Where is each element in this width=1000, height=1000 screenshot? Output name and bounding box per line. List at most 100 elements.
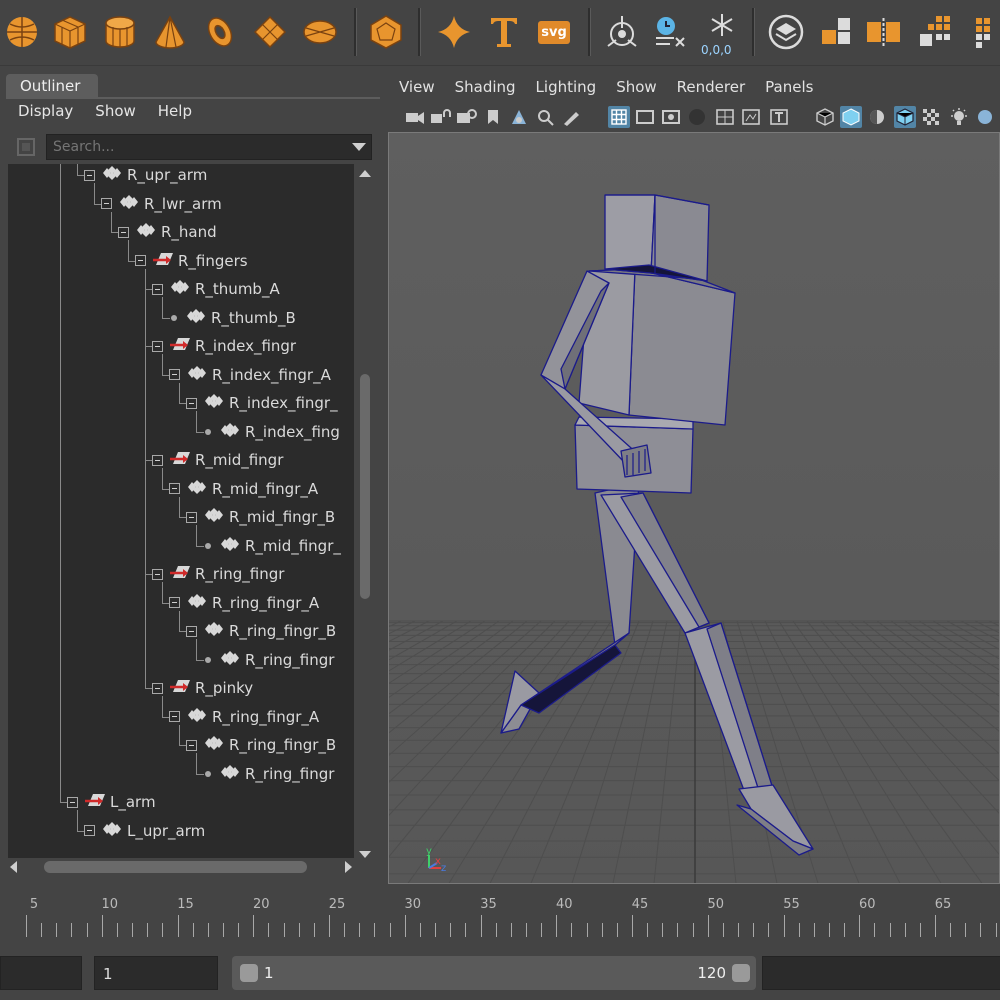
- outliner-row[interactable]: R_mid_fingr_B: [186, 503, 335, 531]
- scroll-left-icon[interactable]: [10, 861, 17, 873]
- cone-icon[interactable]: [150, 10, 190, 54]
- camera-attributes-icon[interactable]: [456, 106, 478, 128]
- range-start-handle[interactable]: [240, 964, 258, 982]
- film-gate-icon[interactable]: [634, 106, 656, 128]
- light-bulb-icon[interactable]: [948, 106, 970, 128]
- scroll-thumb-horizontal[interactable]: [44, 861, 307, 873]
- collapse-icon[interactable]: [118, 226, 129, 238]
- outliner-row[interactable]: R_hand: [118, 218, 217, 246]
- outliner-row[interactable]: L_arm: [67, 788, 156, 816]
- outliner-row[interactable]: R_ring_fingr_B: [186, 731, 336, 759]
- field-chart-icon[interactable]: [714, 106, 736, 128]
- current-frame-field[interactable]: 1: [94, 956, 218, 990]
- shadows-icon[interactable]: [974, 106, 996, 128]
- scroll-right-icon[interactable]: [345, 861, 352, 873]
- filter-icon[interactable]: [14, 136, 38, 158]
- collapse-icon[interactable]: [152, 283, 163, 295]
- collapse-icon[interactable]: [152, 568, 163, 580]
- safe-action-icon[interactable]: [740, 106, 762, 128]
- vertical-scrollbar[interactable]: [356, 164, 374, 864]
- svg-icon[interactable]: svg: [534, 10, 574, 54]
- resolution-gate-icon[interactable]: [660, 106, 682, 128]
- sphere-icon[interactable]: [2, 10, 42, 54]
- menu-help[interactable]: Help: [158, 100, 192, 126]
- outliner-row[interactable]: R_index_fingr_A: [169, 361, 331, 389]
- safe-title-icon[interactable]: [768, 106, 790, 128]
- start-time-field[interactable]: [0, 956, 82, 990]
- more-icon[interactable]: [962, 10, 1000, 54]
- outliner-row[interactable]: R_upr_arm: [84, 164, 207, 189]
- collapse-icon[interactable]: [67, 796, 78, 808]
- grease-pencil-icon[interactable]: [560, 106, 582, 128]
- cylinder-icon[interactable]: [100, 10, 140, 54]
- search-dropdown-icon[interactable]: [352, 143, 366, 151]
- lock-camera-icon[interactable]: [430, 106, 452, 128]
- range-end-handle[interactable]: [732, 964, 750, 982]
- scroll-thumb[interactable]: [360, 374, 370, 599]
- collapse-icon[interactable]: [84, 825, 95, 836]
- outliner-row[interactable]: R_thumb_A: [152, 275, 280, 303]
- collapse-icon[interactable]: [186, 625, 197, 637]
- default-lighting-icon[interactable]: [866, 106, 888, 128]
- outliner-row[interactable]: R_mid_fingr: [152, 446, 283, 474]
- collapse-icon[interactable]: [101, 198, 112, 209]
- collapse-icon[interactable]: [152, 340, 163, 352]
- gate-mask-icon[interactable]: [686, 106, 708, 128]
- outliner-row[interactable]: R_pinky: [152, 674, 253, 702]
- collapse-icon[interactable]: [135, 255, 146, 266]
- menu-shading[interactable]: Shading: [455, 78, 516, 102]
- tab-outliner[interactable]: Outliner: [6, 74, 98, 98]
- collapse-icon[interactable]: [186, 397, 197, 409]
- 2d-pan-zoom-icon[interactable]: [534, 106, 556, 128]
- image-plane-icon[interactable]: [508, 106, 530, 128]
- collapse-icon[interactable]: [169, 711, 180, 722]
- outliner-row[interactable]: R_fingers: [135, 247, 248, 275]
- center-pivot-icon[interactable]: [602, 10, 642, 54]
- collapse-icon[interactable]: [152, 454, 163, 466]
- history-icon[interactable]: [650, 10, 690, 54]
- menu-view[interactable]: View: [399, 78, 435, 102]
- scroll-up-icon[interactable]: [359, 170, 371, 177]
- collapse-icon[interactable]: [84, 169, 95, 181]
- collapse-icon[interactable]: [169, 597, 180, 608]
- collapse-icon[interactable]: [169, 483, 180, 494]
- outliner-row[interactable]: R_thumb_B: [169, 304, 296, 332]
- outliner-row[interactable]: R_index_fingr_: [186, 389, 338, 417]
- wireframe-icon[interactable]: [814, 106, 836, 128]
- outliner-row[interactable]: R_ring_fingr_B: [186, 617, 336, 645]
- freeze-transform-icon[interactable]: 0,0,0: [701, 10, 742, 57]
- combine-icon[interactable]: [816, 10, 856, 54]
- wireframe-on-shaded-icon[interactable]: [894, 106, 916, 128]
- collapse-icon[interactable]: [152, 682, 163, 694]
- outliner-row[interactable]: R_ring_fingr_A: [169, 703, 319, 731]
- end-time-field[interactable]: [762, 956, 1000, 990]
- outliner-row[interactable]: R_lwr_arm: [101, 190, 222, 218]
- menu-lighting[interactable]: Lighting: [536, 78, 597, 102]
- menu-show[interactable]: Show: [95, 100, 135, 126]
- outliner-row[interactable]: R_ring_fingr_A: [169, 589, 319, 617]
- playback-range-slider[interactable]: 1 120: [232, 956, 756, 990]
- collapse-icon[interactable]: [186, 739, 197, 751]
- camera-select-icon[interactable]: [404, 106, 426, 128]
- smooth-shade-icon[interactable]: [840, 106, 862, 128]
- menu-show[interactable]: Show: [616, 78, 656, 102]
- time-slider[interactable]: 5 10 15 20 25 30 35 40 45 50 55 60 65: [0, 893, 1000, 939]
- collapse-icon[interactable]: [186, 511, 197, 523]
- horizontal-scrollbar[interactable]: [8, 858, 354, 876]
- cube-icon[interactable]: [50, 10, 90, 54]
- torus-icon[interactable]: [200, 10, 240, 54]
- outliner-row[interactable]: R_ring_fingr: [203, 646, 334, 674]
- extract-icon[interactable]: [864, 10, 904, 54]
- menu-renderer[interactable]: Renderer: [677, 78, 745, 102]
- super-shape-icon[interactable]: [434, 10, 474, 54]
- outliner-row[interactable]: R_ring_fingr: [152, 560, 284, 588]
- plane-icon[interactable]: [250, 10, 290, 54]
- collapse-icon[interactable]: [169, 369, 180, 380]
- text-icon[interactable]: [484, 10, 524, 54]
- checker-icon[interactable]: [920, 106, 942, 128]
- outliner-row[interactable]: R_mid_fingr_A: [169, 475, 318, 503]
- menu-display[interactable]: Display: [18, 100, 73, 126]
- menu-panels[interactable]: Panels: [765, 78, 813, 102]
- outliner-row[interactable]: R_index_fing: [203, 418, 340, 446]
- 3d-viewport[interactable]: y x z: [388, 132, 1000, 884]
